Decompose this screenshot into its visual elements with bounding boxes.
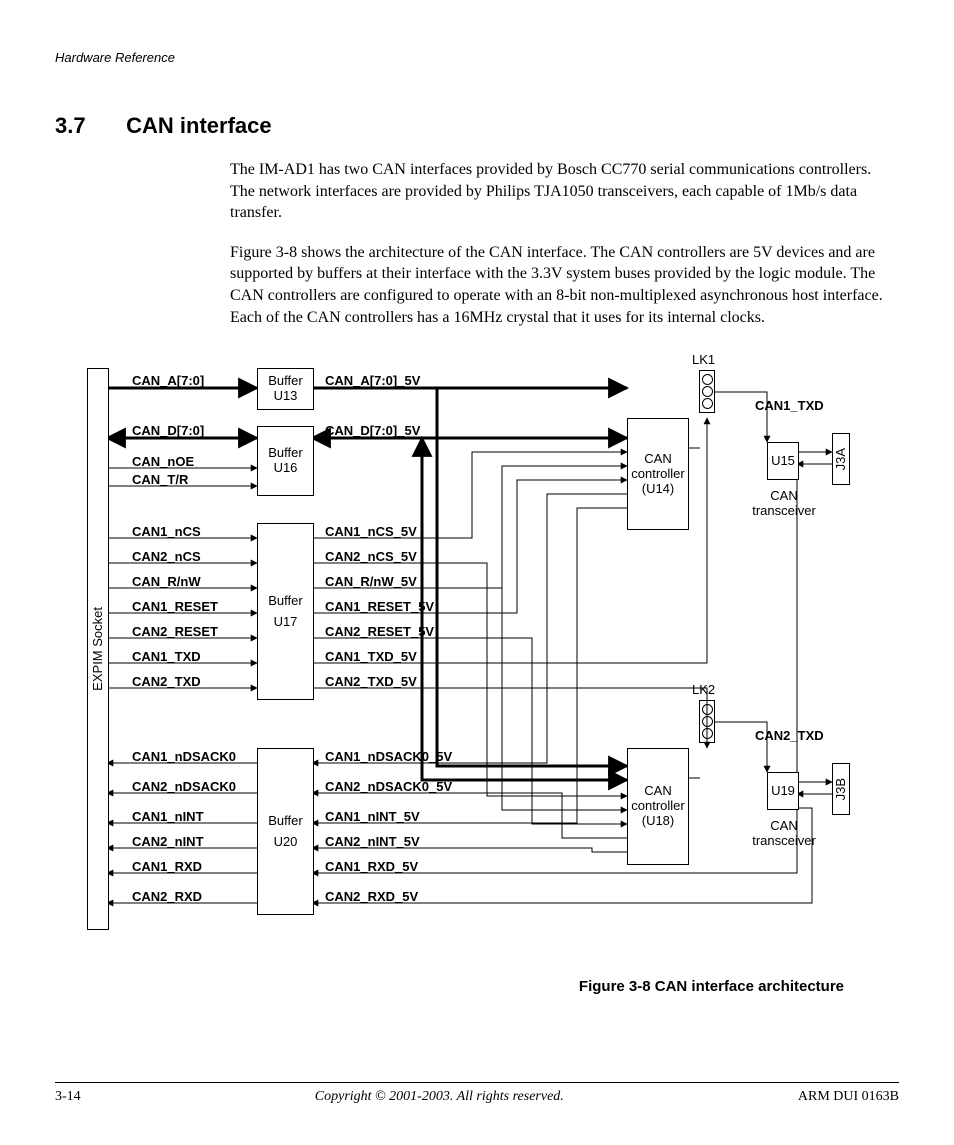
buffer-u17: Buffer U17 bbox=[257, 523, 314, 700]
figure-caption: Figure 3-8 CAN interface architecture bbox=[579, 978, 844, 995]
sig-can-noe: CAN_nOE bbox=[132, 454, 194, 469]
jumper-lk1-label: LK1 bbox=[692, 352, 715, 367]
can-controller-u14: CAN controller (U14) bbox=[627, 418, 689, 530]
buffer-u20-ref: U20 bbox=[274, 835, 298, 850]
jumper-lk1 bbox=[699, 370, 715, 413]
section-para-2: Figure 3-8 shows the architecture of the… bbox=[230, 242, 899, 328]
sig-can2-nint: CAN2_nINT bbox=[132, 834, 204, 849]
sig-can2-nint-5v: CAN2_nINT_5V bbox=[325, 834, 420, 849]
transceiver-u15-label: CANtransceiver bbox=[749, 488, 819, 518]
sig-can-d: CAN_D[7:0] bbox=[132, 423, 204, 438]
can-controller-u18: CAN controller (U18) bbox=[627, 748, 689, 865]
sig-can1-rxd: CAN1_RXD bbox=[132, 859, 202, 874]
transceiver-u15: U15 bbox=[767, 442, 799, 480]
sig-can-d-5v: CAN_D[7:0]_5V bbox=[325, 423, 420, 438]
sig-can-rnw-5v: CAN_R/nW_5V bbox=[325, 574, 417, 589]
sig-can2-ndsack0-5v: CAN2_nDSACK0_5V bbox=[325, 779, 452, 794]
can1-txd-out-label: CAN1_TXD bbox=[755, 398, 824, 413]
can2-txd-out-label: CAN2_TXD bbox=[755, 728, 824, 743]
section-para-1: The IM-AD1 has two CAN interfaces provid… bbox=[230, 159, 899, 224]
can-controller-u18-l1: CAN bbox=[644, 784, 671, 799]
sig-can1-nint-5v: CAN1_nINT_5V bbox=[325, 809, 420, 824]
sig-can-rnw: CAN_R/nW bbox=[132, 574, 201, 589]
sig-can1-ndsack0-5v: CAN1_nDSACK0_5V bbox=[325, 749, 452, 764]
sig-can2-rxd: CAN2_RXD bbox=[132, 889, 202, 904]
jumper-lk2 bbox=[699, 700, 715, 743]
buffer-u17-ref: U17 bbox=[274, 615, 298, 630]
sig-can-a-5v: CAN_A[7:0]_5V bbox=[325, 373, 420, 388]
buffer-u16-ref: U16 bbox=[274, 461, 298, 476]
footer-doc-id: ARM DUI 0163B bbox=[798, 1089, 899, 1105]
buffer-u16-title: Buffer bbox=[268, 446, 302, 461]
transceiver-u19-ref: U19 bbox=[771, 784, 795, 799]
sig-can1-nint: CAN1_nINT bbox=[132, 809, 204, 824]
sig-can2-txd: CAN2_TXD bbox=[132, 674, 201, 689]
section-title: CAN interface bbox=[126, 113, 271, 138]
connector-j3b: J3B bbox=[832, 763, 850, 815]
sig-can1-reset-5v: CAN1_RESET_5V bbox=[325, 599, 434, 614]
buffer-u20: Buffer U20 bbox=[257, 748, 314, 915]
sig-can1-ncs-5v: CAN1_nCS_5V bbox=[325, 524, 417, 539]
jumper-lk2-label: LK2 bbox=[692, 682, 715, 697]
running-head: Hardware Reference bbox=[55, 50, 899, 65]
connector-j3a: J3A bbox=[832, 433, 850, 485]
sig-can2-ncs: CAN2_nCS bbox=[132, 549, 201, 564]
figure-can-architecture: EXPIM Socket Buffer U13 Buffer U16 Buffe… bbox=[67, 348, 887, 968]
section-number: 3.7 bbox=[55, 113, 120, 139]
sig-can2-ndsack0: CAN2_nDSACK0 bbox=[132, 779, 236, 794]
transceiver-u15-ref: U15 bbox=[771, 454, 795, 469]
sig-can1-ndsack0: CAN1_nDSACK0 bbox=[132, 749, 236, 764]
expim-socket: EXPIM Socket bbox=[87, 368, 109, 930]
sig-can1-reset: CAN1_RESET bbox=[132, 599, 218, 614]
connector-j3b-label: J3B bbox=[834, 778, 849, 800]
buffer-u13-ref: U13 bbox=[274, 389, 298, 404]
can-controller-u14-l2: controller bbox=[631, 467, 684, 482]
footer-copyright: Copyright © 2001-2003. All rights reserv… bbox=[81, 1089, 798, 1105]
sig-can2-ncs-5v: CAN2_nCS_5V bbox=[325, 549, 417, 564]
buffer-u13-title: Buffer bbox=[268, 374, 302, 389]
sig-can1-txd-5v: CAN1_TXD_5V bbox=[325, 649, 417, 664]
buffer-u20-title: Buffer bbox=[268, 814, 302, 829]
buffer-u17-title: Buffer bbox=[268, 594, 302, 609]
connector-j3a-label: J3A bbox=[834, 448, 849, 470]
expim-socket-label: EXPIM Socket bbox=[91, 607, 106, 691]
sig-can2-reset: CAN2_RESET bbox=[132, 624, 218, 639]
section-heading: 3.7 CAN interface bbox=[55, 113, 899, 139]
sig-can2-rxd-5v: CAN2_RXD_5V bbox=[325, 889, 418, 904]
sig-can1-txd: CAN1_TXD bbox=[132, 649, 201, 664]
sig-can-a: CAN_A[7:0] bbox=[132, 373, 204, 388]
footer-page-number: 3-14 bbox=[55, 1089, 81, 1105]
sig-can1-rxd-5v: CAN1_RXD_5V bbox=[325, 859, 418, 874]
can-controller-u14-l1: CAN bbox=[644, 452, 671, 467]
buffer-u16: Buffer U16 bbox=[257, 426, 314, 496]
sig-can2-txd-5v: CAN2_TXD_5V bbox=[325, 674, 417, 689]
transceiver-u19-label: CANtransceiver bbox=[749, 818, 819, 848]
sig-can2-reset-5v: CAN2_RESET_5V bbox=[325, 624, 434, 639]
transceiver-u19: U19 bbox=[767, 772, 799, 810]
can-controller-u18-l3: (U18) bbox=[642, 814, 675, 829]
buffer-u13: Buffer U13 bbox=[257, 368, 314, 410]
can-controller-u18-l2: controller bbox=[631, 799, 684, 814]
page-footer: 3-14 Copyright © 2001-2003. All rights r… bbox=[55, 1082, 899, 1105]
can-controller-u14-l3: (U14) bbox=[642, 482, 675, 497]
sig-can-tr: CAN_T/R bbox=[132, 472, 188, 487]
sig-can1-ncs: CAN1_nCS bbox=[132, 524, 201, 539]
